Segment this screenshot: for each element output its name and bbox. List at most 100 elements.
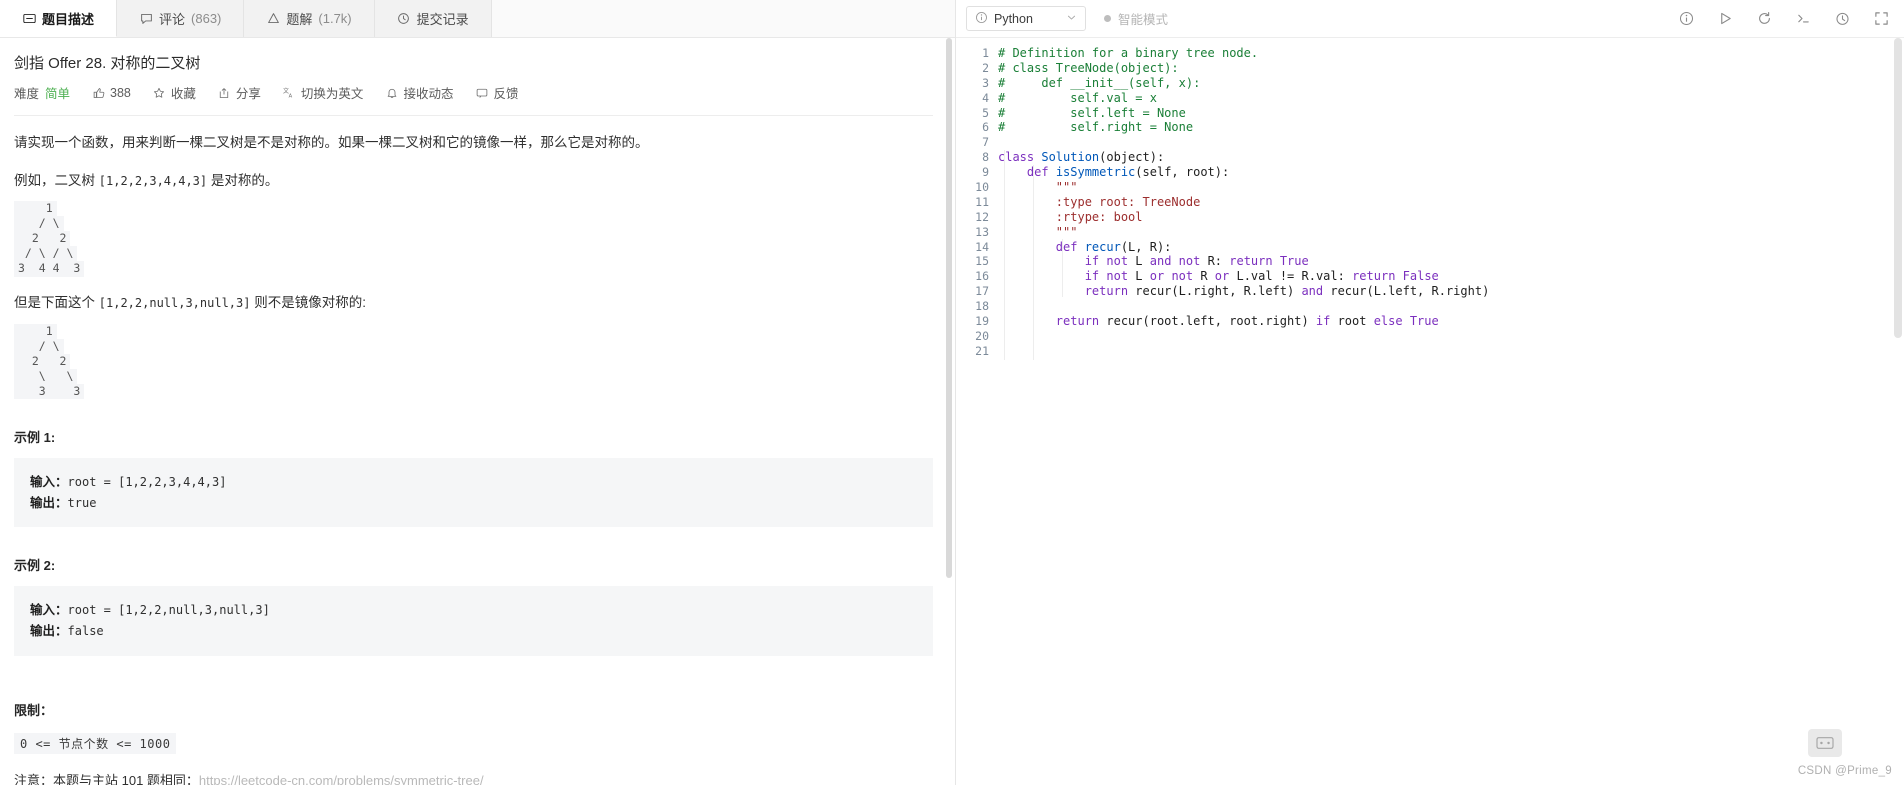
code-token: """ — [998, 180, 1078, 195]
star-icon — [153, 86, 166, 99]
tree-line: \ \ — [14, 368, 78, 385]
tree-line: / \ — [14, 338, 64, 355]
tree-line: / \ / \ — [14, 246, 78, 262]
chevron-down-icon — [1066, 12, 1077, 26]
share-icon — [218, 86, 231, 99]
tab-description[interactable]: 题目描述 — [0, 0, 118, 37]
code-token: :type root: TreeNode — [998, 194, 1201, 209]
share-button[interactable]: 分享 — [218, 83, 261, 102]
favorite-button[interactable]: 收藏 — [153, 83, 196, 102]
tab-submissions[interactable]: 提交记录 — [374, 0, 492, 37]
svg-text:A: A — [289, 93, 293, 99]
line-number: 18 — [975, 299, 989, 314]
note-link[interactable]: https://leetcode-cn.com/problems/symmetr… — [199, 773, 484, 785]
solution-icon — [266, 12, 280, 26]
code-line[interactable]: def recur(L, R): — [998, 240, 1904, 255]
line-number: 2 — [982, 60, 989, 75]
left-scrollbar[interactable] — [946, 38, 952, 785]
history-icon — [397, 12, 411, 26]
smart-mode-toggle[interactable]: 智能模式 — [1104, 9, 1168, 28]
code-line[interactable]: :type root: TreeNode — [998, 195, 1904, 210]
problem-tabbar: 题目描述 评论 (863) 题解 (1.7k) 提交记录 — [0, 0, 955, 38]
output-label: 输出： — [30, 495, 68, 510]
code-line[interactable] — [998, 329, 1904, 344]
code-token: L — [1135, 269, 1150, 284]
paragraph-3-post: 则不是镜像对称的: — [250, 295, 366, 311]
run-icon[interactable] — [1717, 10, 1734, 27]
paragraph-2-code: [1,2,2,3,4,4,3] — [98, 173, 208, 188]
example-1-box: 输入：root = [1,2,2,3,4,4,3] 输出：true — [14, 457, 933, 528]
subscribe-button[interactable]: 接收动态 — [385, 83, 453, 102]
reset-icon[interactable] — [1756, 10, 1773, 27]
code-token: L.val != R.val: — [1236, 269, 1353, 284]
code-line[interactable]: # Definition for a binary tree node. — [998, 46, 1904, 61]
code-token: recur(L.left, R.right) — [1330, 284, 1490, 299]
code-token: return — [1055, 314, 1107, 329]
timer-icon[interactable] — [1834, 10, 1851, 27]
translate-button[interactable]: 文A 切换为英文 — [283, 83, 363, 102]
limit-title: 限制： — [14, 702, 54, 718]
info-icon — [975, 11, 988, 27]
line-number: 6 — [982, 120, 989, 135]
left-scrollbar-thumb[interactable] — [946, 38, 952, 578]
code-line[interactable]: return recur(root.left, root.right) if r… — [998, 314, 1904, 329]
fullscreen-icon[interactable] — [1873, 10, 1890, 27]
code-line[interactable]: """ — [998, 180, 1904, 195]
line-number: 17 — [975, 284, 989, 299]
code-line[interactable]: # def __init__(self, x): — [998, 76, 1904, 91]
example-1-input-row: 输入：root = [1,2,2,3,4,4,3] — [30, 472, 917, 493]
code-line[interactable]: if not L and not R: return True — [998, 254, 1904, 269]
tree-line: 3 3 — [14, 383, 85, 400]
code-line[interactable]: :rtype: bool — [998, 210, 1904, 225]
code-line[interactable]: # class TreeNode(object): — [998, 61, 1904, 76]
tab-label: 题目描述 — [42, 11, 95, 27]
code-token: :rtype: bool — [998, 209, 1143, 224]
console-icon[interactable] — [1795, 10, 1812, 27]
code-line[interactable]: """ — [998, 225, 1904, 240]
paragraph-2-pre: 例如，二叉树 — [14, 172, 99, 188]
example-2-title: 示例 2: — [14, 558, 56, 574]
code-token: True — [1279, 254, 1309, 269]
feedback-button[interactable]: 反馈 — [475, 83, 518, 102]
line-number: 10 — [975, 180, 989, 195]
code-line[interactable] — [998, 135, 1904, 150]
note-paragraph: 注意：本题与主站 101 题相同：https://leetcode-cn.com… — [14, 770, 939, 785]
code-line[interactable]: def isSymmetric(self, root): — [998, 165, 1904, 180]
tree-line: / \ — [14, 216, 64, 232]
code-line[interactable]: return recur(L.right, R.left) and recur(… — [998, 284, 1904, 299]
code-text[interactable]: # Definition for a binary tree node. # cl… — [998, 38, 1904, 785]
translate-icon: 文A — [283, 86, 296, 99]
code-line[interactable]: class Solution(object): — [998, 150, 1904, 165]
code-line[interactable] — [998, 299, 1904, 314]
code-token: recur(root.left, root.right) — [1106, 314, 1316, 329]
line-number: 20 — [975, 328, 989, 343]
code-token: # class TreeNode(object): — [998, 60, 1179, 75]
tab-count: (863) — [191, 11, 222, 26]
editor-scrollbar-thumb[interactable] — [1894, 38, 1902, 338]
code-token: (L, R): — [1120, 239, 1172, 254]
info-icon[interactable] — [1678, 10, 1695, 27]
code-line[interactable]: # self.val = x — [998, 91, 1904, 106]
code-token: R: — [1207, 254, 1230, 269]
language-select[interactable]: Python — [966, 6, 1086, 31]
code-line[interactable] — [998, 344, 1904, 359]
code-token: or — [1149, 269, 1172, 284]
code-line[interactable]: if not L or not R or L.val != R.val: ret… — [998, 269, 1904, 284]
code-line[interactable]: # self.left = None — [998, 106, 1904, 121]
editor-scrollbar[interactable] — [1894, 38, 1902, 785]
output-value: false — [67, 624, 104, 639]
line-number: 9 — [982, 165, 989, 180]
input-label: 输入： — [30, 603, 68, 618]
tab-solutions[interactable]: 题解 (1.7k) — [244, 0, 375, 37]
tab-comments[interactable]: 评论 (863) — [117, 0, 245, 37]
bell-icon — [385, 86, 398, 99]
code-token: not — [1106, 254, 1136, 269]
code-editor[interactable]: 1 2 3 4 5 6 7 8 9 10 11 12 13 14 15 16 17 18 19 20 21 # Defi… — [956, 38, 1904, 785]
code-token: if — [1315, 314, 1338, 329]
tab-count: (1.7k) — [318, 11, 352, 26]
code-line[interactable]: # self.right = None — [998, 120, 1904, 135]
code-token: not — [1171, 269, 1201, 284]
code-token: class — [998, 150, 1042, 165]
like-button[interactable]: 388 — [92, 86, 131, 100]
paragraph-3-pre: 但是下面这个 — [14, 295, 99, 311]
